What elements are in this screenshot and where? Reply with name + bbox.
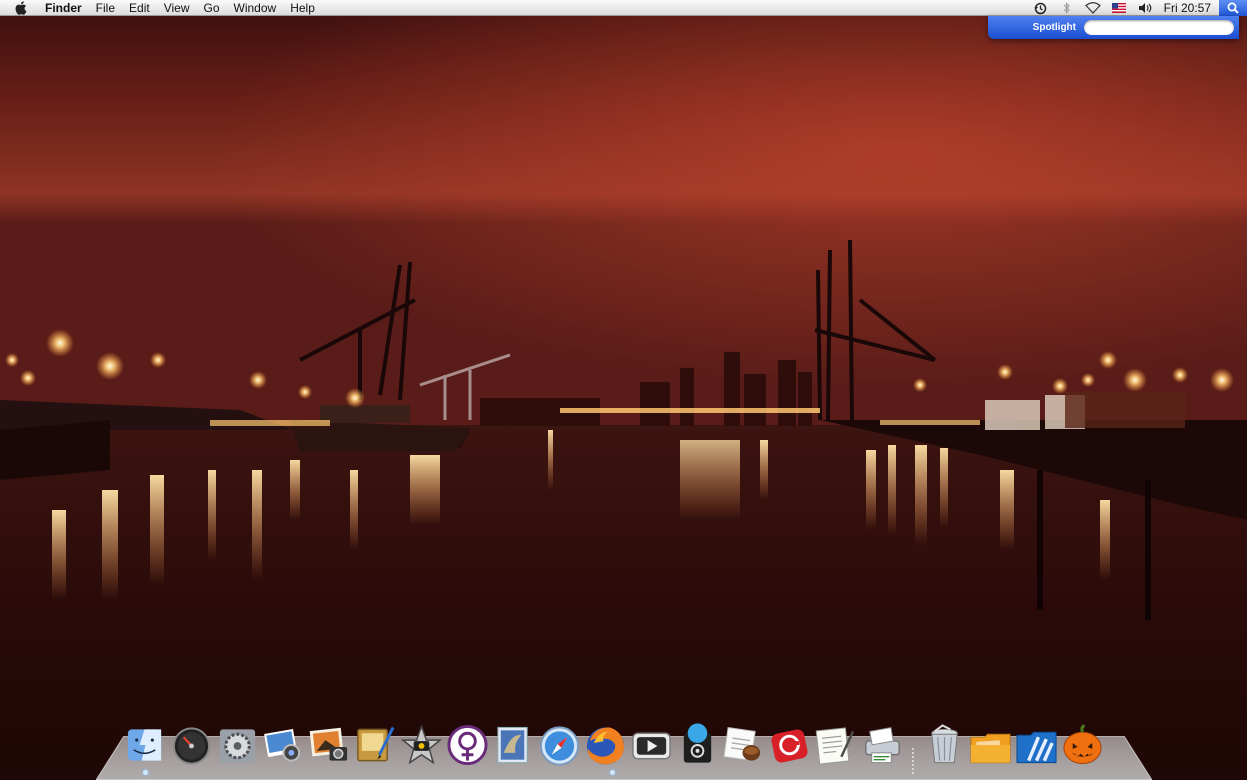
dashboard-icon[interactable] (170, 722, 213, 768)
magnifier-icon (1227, 2, 1239, 14)
menubar-clock[interactable]: Fri 20:57 (1158, 1, 1219, 15)
coffee-icon[interactable] (722, 722, 765, 768)
blue-folder-icon[interactable] (1015, 722, 1058, 768)
dock (124, 718, 1107, 774)
menu-file[interactable]: File (89, 0, 122, 16)
itunes-icon[interactable] (676, 722, 719, 768)
apple-icon[interactable] (12, 0, 28, 16)
spotlight-panel: Spotlight (988, 16, 1239, 39)
safari-icon[interactable] (538, 722, 581, 768)
menu-window[interactable]: Window (227, 0, 284, 16)
finder-running-indicator (143, 770, 148, 775)
iphoto-icon[interactable] (308, 722, 351, 768)
image-capture-icon[interactable] (262, 722, 305, 768)
finder-icon[interactable] (124, 722, 167, 768)
menu-view[interactable]: View (157, 0, 197, 16)
menu-go[interactable]: Go (197, 0, 227, 16)
time-machine-icon[interactable] (1033, 0, 1049, 16)
iweb-icon[interactable] (354, 722, 397, 768)
volume-icon[interactable] (1137, 0, 1153, 16)
us-flag-input-icon[interactable] (1111, 0, 1127, 16)
printer-icon[interactable] (860, 722, 903, 768)
textedit-icon[interactable] (814, 722, 857, 768)
bluetooth-icon[interactable] (1059, 0, 1075, 16)
red-app-icon[interactable] (768, 722, 811, 768)
imovie-icon[interactable] (400, 722, 443, 768)
dock-separator (906, 722, 920, 774)
firefox-icon[interactable] (584, 722, 627, 768)
spotlight-label: Spotlight (1032, 22, 1076, 33)
menu-bar: Finder File Edit View Go Window Help Fri… (0, 0, 1247, 16)
system-preferences-icon[interactable] (216, 722, 259, 768)
menu-edit[interactable]: Edit (122, 0, 157, 16)
front-row-icon[interactable] (630, 722, 673, 768)
spotlight-menu-button[interactable] (1219, 0, 1247, 16)
mail-icon[interactable] (492, 722, 535, 768)
desktop-wallpaper (0, 0, 1247, 780)
pumpkin-icon[interactable] (1061, 722, 1104, 768)
adium-icon[interactable] (446, 722, 489, 768)
trash-icon[interactable] (923, 722, 966, 768)
wifi-icon[interactable] (1084, 0, 1101, 16)
menu-finder[interactable]: Finder (38, 0, 89, 16)
firefox-running-indicator (610, 770, 615, 775)
spotlight-search-input[interactable] (1084, 20, 1234, 35)
menu-help[interactable]: Help (283, 0, 322, 16)
folder-stack-icon[interactable] (969, 722, 1012, 768)
